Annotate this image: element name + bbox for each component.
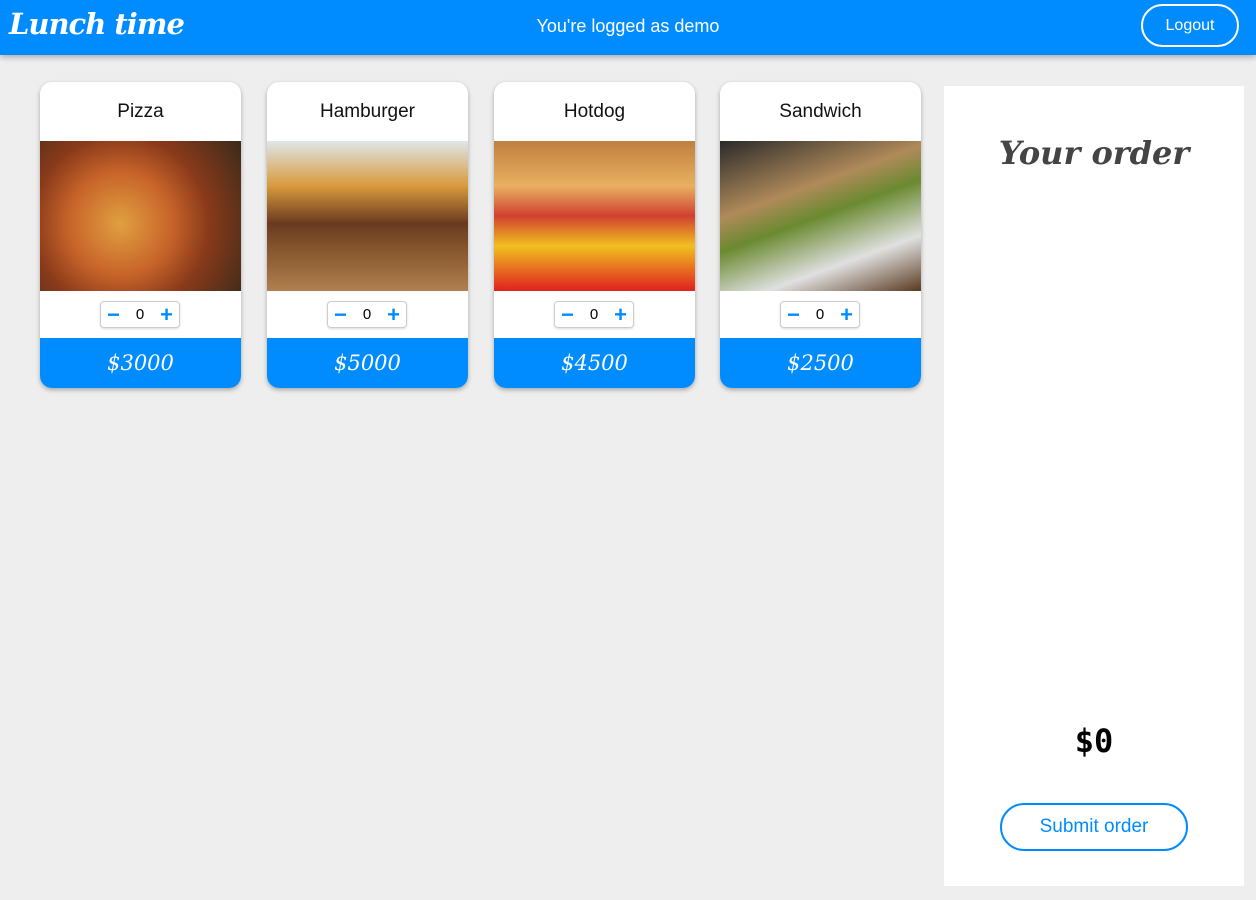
hotdog-image xyxy=(494,141,695,291)
quantity-value: 0 xyxy=(135,306,145,323)
quantity-value: 0 xyxy=(362,306,372,323)
hamburger-image xyxy=(267,141,468,291)
sandwich-image xyxy=(720,141,921,291)
product-price: $3000 xyxy=(40,338,241,388)
quantity-stepper: − 0 + xyxy=(554,301,634,328)
quantity-stepper: − 0 + xyxy=(100,301,180,328)
logout-button[interactable]: Logout xyxy=(1141,4,1239,47)
quantity-value: 0 xyxy=(589,306,599,323)
increment-button[interactable]: + xyxy=(387,303,400,326)
decrement-button[interactable]: − xyxy=(334,303,347,326)
increment-button[interactable]: + xyxy=(840,303,853,326)
quantity-stepper: − 0 + xyxy=(327,301,407,328)
quantity-value: 0 xyxy=(815,306,825,323)
decrement-button[interactable]: − xyxy=(787,303,800,326)
increment-button[interactable]: + xyxy=(614,303,627,326)
product-price: $5000 xyxy=(267,338,468,388)
product-card: Pizza − 0 + $3000 xyxy=(40,82,241,388)
decrement-button[interactable]: − xyxy=(107,303,120,326)
order-title: Your order xyxy=(998,134,1190,172)
product-card: Hotdog − 0 + $4500 xyxy=(494,82,695,388)
order-total: $0 xyxy=(1074,722,1114,760)
increment-button[interactable]: + xyxy=(160,303,173,326)
submit-order-button[interactable]: Submit order xyxy=(1000,803,1188,851)
product-price: $4500 xyxy=(494,338,695,388)
decrement-button[interactable]: − xyxy=(561,303,574,326)
product-price: $2500 xyxy=(720,338,921,388)
product-name: Pizza xyxy=(117,101,164,122)
login-status: You're logged as demo xyxy=(536,16,720,36)
product-card: Hamburger − 0 + $5000 xyxy=(267,82,468,388)
product-name: Sandwich xyxy=(779,101,862,122)
product-name: Hamburger xyxy=(319,101,416,122)
app-header: Lunch time You're logged as demo Logout xyxy=(0,0,1256,55)
order-panel: Your order $0 Submit order xyxy=(944,86,1244,886)
product-name: Hotdog xyxy=(563,101,626,122)
product-card: Sandwich − 0 + $2500 xyxy=(720,82,921,388)
quantity-stepper: − 0 + xyxy=(780,301,860,328)
pizza-image xyxy=(40,141,241,291)
